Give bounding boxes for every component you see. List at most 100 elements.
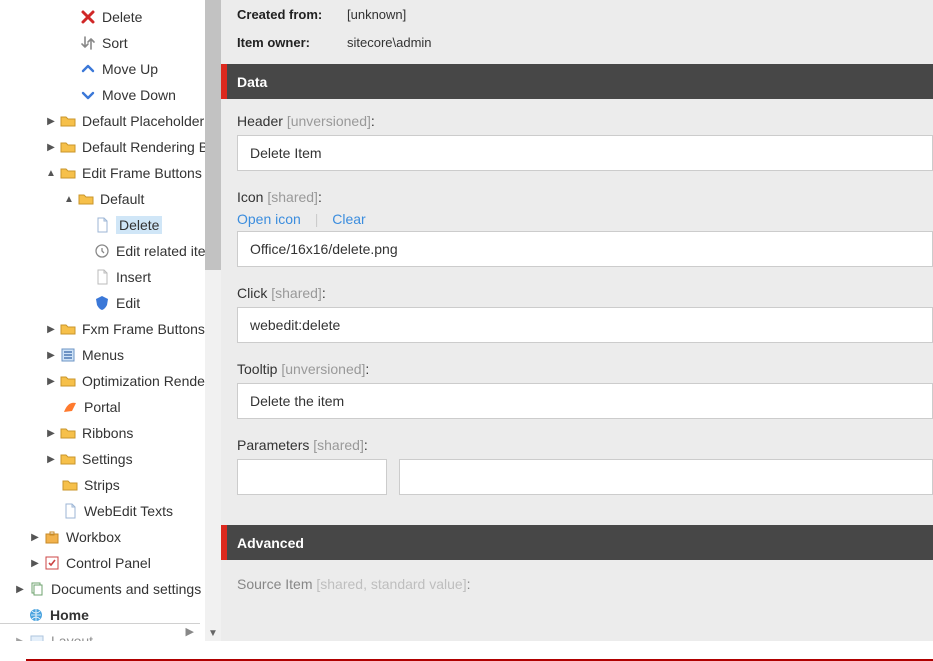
folder-icon (60, 165, 76, 181)
tree-node-portal[interactable]: Portal (0, 394, 221, 420)
section-header-advanced[interactable]: Advanced (221, 525, 933, 560)
delete-x-icon (80, 9, 96, 25)
folder-icon (78, 191, 94, 207)
tree-label: Default Placeholder Buttons (82, 113, 221, 129)
tree-label: Edit related item (116, 243, 217, 259)
tree-label: Documents and settings (51, 581, 201, 597)
tree-label: Default Rendering Buttons (82, 139, 221, 155)
chevron-up-icon (80, 61, 96, 77)
collapse-icon[interactable]: ▲ (62, 192, 76, 206)
tree-label: Menus (82, 347, 124, 363)
scroll-down-icon[interactable]: ▼ (205, 625, 221, 641)
tree-label: Portal (84, 399, 121, 415)
field-label-parameters: Parameters [shared]: (237, 437, 933, 453)
tree-node-ribbons[interactable]: ▶ Ribbons (0, 420, 221, 446)
field-label-source-item: Source Item [shared, standard value]: (237, 576, 933, 592)
created-from-label: Created from: (237, 7, 347, 22)
tree-node-strips[interactable]: Strips (0, 472, 221, 498)
chevron-down-icon (80, 87, 96, 103)
tree-action-move-up[interactable]: Move Up (0, 56, 221, 82)
field-label-click: Click [shared]: (237, 285, 933, 301)
document-icon (94, 217, 110, 233)
open-icon-link[interactable]: Open icon (237, 211, 301, 227)
tree-node-edit[interactable]: Edit (0, 290, 221, 316)
tree-label: Home (50, 607, 89, 623)
tree-label: Ribbons (82, 425, 133, 441)
edit-shield-icon (94, 295, 110, 311)
section-title: Data (237, 74, 267, 90)
click-input[interactable] (237, 307, 933, 343)
tree-label: Fxm Frame Buttons (82, 321, 205, 337)
tree-node-delete-item[interactable]: Delete (0, 212, 221, 238)
tree-label: Workbox (66, 529, 121, 545)
tree-label: Default (100, 191, 144, 207)
globe-icon (28, 607, 44, 623)
expand-icon[interactable]: ▶ (44, 114, 58, 128)
tree-node-workbox[interactable]: ▶ Workbox (0, 524, 221, 550)
collapse-icon[interactable]: ▲ (44, 166, 58, 180)
header-input[interactable] (237, 135, 933, 171)
document-icon (94, 269, 110, 285)
tree-label: WebEdit Texts (84, 503, 173, 519)
item-owner-label: Item owner: (237, 35, 347, 50)
field-label-header: Header [unversioned]: (237, 113, 933, 129)
edit-related-icon (94, 243, 110, 259)
tree-label: Optimization Rendering (82, 373, 221, 389)
tree-label: Delete (102, 9, 142, 25)
workbox-icon (44, 529, 60, 545)
folder-icon (60, 321, 76, 337)
tree-node-insert[interactable]: Insert (0, 264, 221, 290)
tree-label: Move Down (102, 87, 176, 103)
tree-node-webedit-texts[interactable]: WebEdit Texts (0, 498, 221, 524)
item-owner-value: sitecore\admin (347, 35, 432, 50)
tree-label: Strips (84, 477, 120, 493)
parameters-value-input[interactable] (399, 459, 933, 495)
folder-icon (60, 373, 76, 389)
vertical-scrollbar[interactable]: ▲ ▼ (205, 0, 221, 641)
tree-node-default-placeholder[interactable]: ▶ Default Placeholder Buttons (0, 108, 221, 134)
tree-node-optimization[interactable]: ▶ Optimization Rendering (0, 368, 221, 394)
tree-node-edit-related[interactable]: Edit related item (0, 238, 221, 264)
separator: | (315, 211, 319, 227)
parameters-key-input[interactable] (237, 459, 387, 495)
folder-icon (62, 477, 78, 493)
sort-icon (80, 35, 96, 51)
folder-icon (60, 425, 76, 441)
field-label-tooltip: Tooltip [unversioned]: (237, 361, 933, 377)
tree-action-move-down[interactable]: Move Down (0, 82, 221, 108)
tree-label: Settings (82, 451, 133, 467)
tooltip-input[interactable] (237, 383, 933, 419)
tree-node-documents-settings[interactable]: ▶ Documents and settings (0, 576, 221, 602)
tree-node-edit-frame[interactable]: ▲ Edit Frame Buttons (0, 160, 221, 186)
tree-node-menus[interactable]: ▶ Menus (0, 342, 221, 368)
tree-action-delete[interactable]: Delete (0, 4, 221, 30)
tree-label: Insert (116, 269, 151, 285)
tree-label: Edit (116, 295, 140, 311)
tree-node-settings[interactable]: ▶ Settings (0, 446, 221, 472)
field-label-icon: Icon [shared]: (237, 189, 933, 205)
section-header-data[interactable]: Data (221, 64, 933, 99)
tree-node-control-panel[interactable]: ▶ Control Panel (0, 550, 221, 576)
control-panel-icon (44, 555, 60, 571)
icon-input[interactable] (237, 231, 933, 267)
clear-icon-link[interactable]: Clear (332, 211, 365, 227)
document-icon (62, 503, 78, 519)
tree-action-sort[interactable]: Sort (0, 30, 221, 56)
folder-icon (60, 139, 76, 155)
tree-node-default[interactable]: ▲ Default (0, 186, 221, 212)
tree-node-fxm-frame[interactable]: ▶ Fxm Frame Buttons (0, 316, 221, 342)
panel-splitter[interactable]: ▶ (0, 623, 200, 639)
scrollbar-thumb[interactable] (205, 0, 221, 270)
tree-label: Control Panel (66, 555, 151, 571)
expand-icon[interactable]: ▶ (44, 140, 58, 154)
menu-icon (60, 347, 76, 363)
tree-label: Edit Frame Buttons (82, 165, 202, 181)
tree-node-default-rendering[interactable]: ▶ Default Rendering Buttons (0, 134, 221, 160)
content-editor-panel: Created from: [unknown] Item owner: site… (221, 0, 933, 641)
documents-icon (29, 581, 45, 597)
created-from-value: [unknown] (347, 7, 406, 22)
folder-icon (60, 113, 76, 129)
portal-icon (62, 399, 78, 415)
tree-label: Move Up (102, 61, 158, 77)
tree-label: Delete (116, 216, 162, 234)
